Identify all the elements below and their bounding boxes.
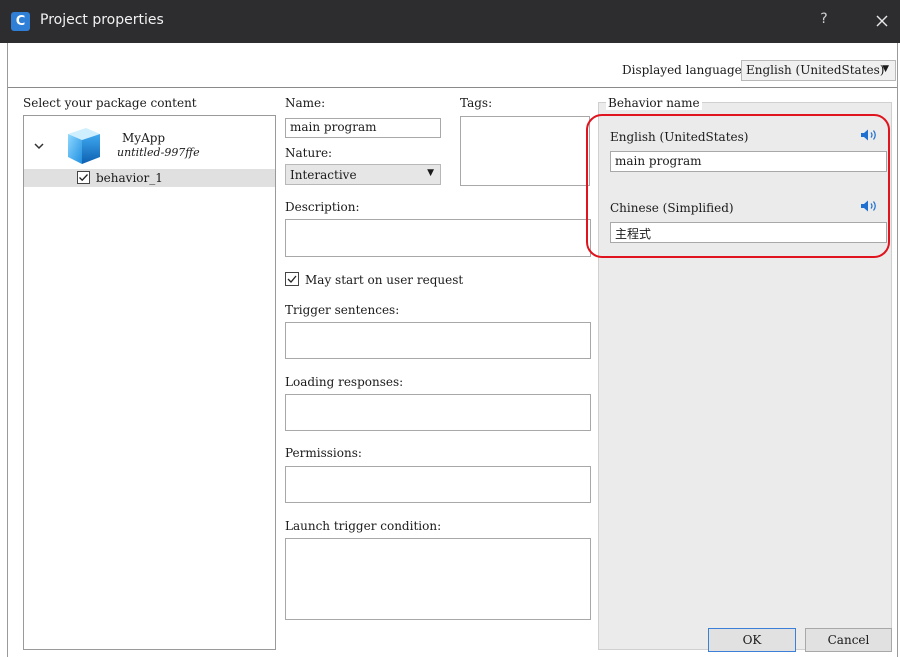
window-title: Project properties [40, 12, 164, 28]
nature-select[interactable]: Interactive ▼ [285, 164, 441, 185]
name-label: Name: [285, 96, 326, 110]
trigger-sentences-input[interactable] [285, 322, 591, 359]
may-start-checkbox[interactable] [285, 272, 299, 286]
trigger-sentences-label: Trigger sentences: [285, 303, 400, 317]
dropdown-arrow-icon: ▼ [427, 168, 434, 178]
checkmark-icon [79, 174, 88, 182]
permissions-label: Permissions: [285, 446, 362, 460]
description-input[interactable] [285, 219, 591, 257]
displayed-language-value: English (UnitedStates) [746, 63, 885, 77]
app-name[interactable]: MyApp [122, 131, 165, 145]
permissions-input[interactable] [285, 466, 591, 503]
launch-trigger-input[interactable] [285, 538, 591, 620]
loading-responses-label: Loading responses: [285, 375, 404, 389]
window-border-left [7, 43, 8, 657]
tags-label: Tags: [460, 96, 493, 110]
displayed-language-select[interactable]: English (UnitedStates) ▼ [741, 60, 896, 81]
behavior-label: behavior_1 [96, 171, 163, 185]
description-label: Description: [285, 200, 360, 214]
close-button[interactable] [868, 8, 896, 34]
behavior-name-label: Behavior name [606, 96, 702, 110]
title-bar: C Project properties ? [0, 0, 900, 43]
nature-value: Interactive [290, 168, 357, 182]
help-button[interactable]: ? [812, 11, 836, 33]
tags-input[interactable] [460, 116, 590, 186]
behavior-checkbox[interactable] [77, 171, 90, 184]
displayed-language-label: Displayed language [622, 63, 742, 77]
app-id: untitled-997ffe [117, 146, 200, 159]
nature-label: Nature: [285, 146, 333, 160]
package-content-label: Select your package content [23, 96, 197, 110]
launch-trigger-label: Launch trigger condition: [285, 519, 442, 533]
name-input[interactable]: main program [285, 118, 441, 138]
loading-responses-input[interactable] [285, 394, 591, 431]
window-border-right [897, 43, 898, 657]
tree-item-behavior[interactable]: behavior_1 [24, 169, 275, 187]
cancel-button[interactable]: Cancel [805, 628, 892, 652]
app-logo-icon: C [11, 12, 30, 31]
header-divider [8, 87, 897, 88]
app-cube-icon [68, 128, 100, 164]
chevron-down-icon[interactable] [33, 140, 45, 152]
package-tree: MyApp untitled-997ffe behavior_1 [23, 115, 276, 650]
dropdown-arrow-icon: ▼ [882, 64, 889, 74]
may-start-label[interactable]: May start on user request [305, 273, 463, 287]
highlight-annotation [586, 114, 890, 258]
checkmark-icon [287, 275, 297, 283]
close-icon [876, 15, 888, 27]
ok-button[interactable]: OK [708, 628, 796, 652]
